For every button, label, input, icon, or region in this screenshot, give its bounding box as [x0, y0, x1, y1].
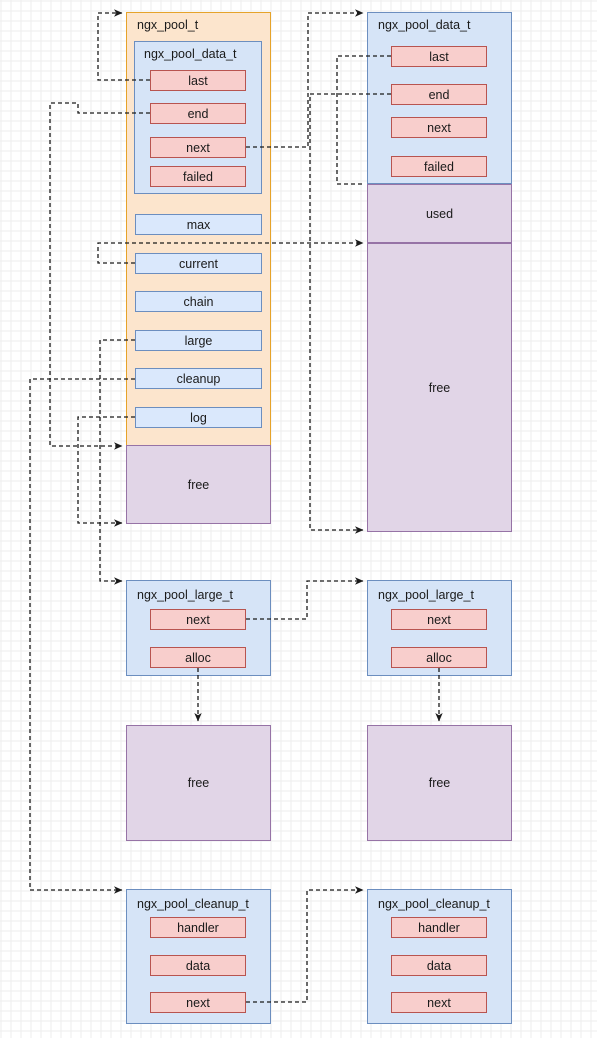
left-large-free-block: [126, 725, 271, 841]
left-field-cleanup[interactable]: cleanup: [135, 368, 262, 389]
right-large-title: ngx_pool_large_t: [378, 588, 474, 602]
right-large-field-next[interactable]: next: [391, 609, 487, 630]
left-large-field-next[interactable]: next: [150, 609, 246, 630]
left-field-last[interactable]: last: [150, 70, 246, 91]
left-large-title: ngx_pool_large_t: [137, 588, 233, 602]
left-free-memory-block: [126, 445, 271, 524]
left-cleanup-field-handler[interactable]: handler: [150, 917, 246, 938]
left-cleanup-field-data[interactable]: data: [150, 955, 246, 976]
wire-left-cleanup: [29, 378, 135, 894]
right-large-field-alloc[interactable]: alloc: [391, 647, 487, 668]
left-cleanup-title: ngx_pool_cleanup_t: [137, 897, 249, 911]
left-field-failed[interactable]: failed: [150, 166, 246, 187]
right-field-failed[interactable]: failed: [391, 156, 487, 177]
left-field-next[interactable]: next: [150, 137, 246, 158]
left-pool-title-text: ngx_pool_t: [137, 18, 199, 32]
right-cleanup-field-data[interactable]: data: [391, 955, 487, 976]
left-field-log[interactable]: log: [135, 407, 262, 428]
right-cleanup-field-handler[interactable]: handler: [391, 917, 487, 938]
right-used-memory-block: [367, 184, 512, 243]
right-field-last[interactable]: last: [391, 46, 487, 67]
left-large-field-alloc[interactable]: alloc: [150, 647, 246, 668]
right-pool-data-title: ngx_pool_data_t: [378, 18, 471, 32]
left-field-max[interactable]: max: [135, 214, 262, 235]
left-field-large[interactable]: large: [135, 330, 262, 351]
left-field-chain[interactable]: chain: [135, 291, 262, 312]
left-pool-title: ngx_pool_t: [137, 18, 198, 32]
left-pool-data-title: ngx_pool_data_t: [144, 47, 237, 61]
right-cleanup-title: ngx_pool_cleanup_t: [378, 897, 490, 911]
left-field-current[interactable]: current: [135, 253, 262, 274]
right-cleanup-field-next[interactable]: next: [391, 992, 487, 1013]
left-field-end[interactable]: end: [150, 103, 246, 124]
diagram-canvas: ngx_pool_t ngx_pool_data_t last end next…: [0, 0, 597, 1038]
left-cleanup-field-next[interactable]: next: [150, 992, 246, 1013]
right-large-free-block: [367, 725, 512, 841]
right-field-next[interactable]: next: [391, 117, 487, 138]
right-free-memory-block: [367, 243, 512, 532]
right-field-end[interactable]: end: [391, 84, 487, 105]
